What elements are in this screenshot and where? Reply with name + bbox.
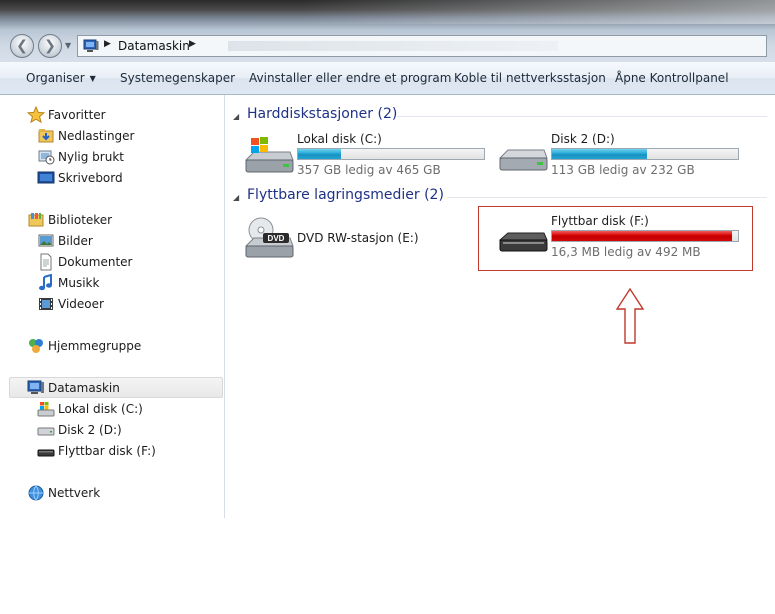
breadcrumb-separator-icon[interactable]: ▶ <box>189 39 196 49</box>
title-bar: ❮ ❯ ▼ ▶ Datamaskin ▶ <box>0 0 775 62</box>
drive-d-name: Disk 2 (D:) <box>551 132 615 146</box>
downloads-folder-icon <box>38 129 54 143</box>
drive-c-usage-bar <box>297 148 485 160</box>
nav-computer-label: Datamaskin <box>48 381 120 395</box>
nav-pictures-label: Bilder <box>58 234 93 248</box>
nav-drive-d-label: Disk 2 (D:) <box>58 423 122 437</box>
collapse-triangle-icon[interactable]: ◢ <box>233 193 239 202</box>
nav-videos-label: Videoer <box>58 297 104 311</box>
command-bar: Organiser ▼ Systemegenskaper Avinstaller … <box>0 62 775 95</box>
nav-recent-label: Nylig brukt <box>58 150 124 164</box>
computer-icon <box>83 39 99 52</box>
content-pane: ◢ Harddiskstasjoner (2) Lokal disk (C:) … <box>225 95 775 518</box>
videos-icon <box>39 298 53 310</box>
forward-arrow-icon: ❯ <box>44 38 56 54</box>
annotation-up-arrow-icon <box>615 287 645 344</box>
hard-drive-icon <box>498 149 548 171</box>
dvd-logo-text: DVD <box>268 234 285 243</box>
nav-libraries-label: Biblioteker <box>48 213 113 227</box>
drive-d-free-space: 113 GB ledig av 232 GB <box>551 163 695 177</box>
dvd-drive-icon: DVD <box>244 217 294 258</box>
drive-c-free-space: 357 GB ledig av 465 GB <box>297 163 441 177</box>
drive-e-name: DVD RW-stasjon (E:) <box>297 231 419 245</box>
system-properties-button[interactable]: Systemegenskaper <box>120 71 235 85</box>
explorer-window: ❮ ❯ ▼ ▶ Datamaskin ▶ Organiser ▼ Systemeg… <box>0 0 775 518</box>
drive-c-usage-fill <box>298 149 341 159</box>
forward-button[interactable]: ❯ <box>38 34 62 58</box>
pictures-icon <box>38 234 54 247</box>
star-icon <box>27 106 45 124</box>
drive-d-item[interactable]: Disk 2 (D:) 113 GB ledig av 232 GB <box>497 131 752 181</box>
windows-drive-icon <box>37 402 55 417</box>
windows-drive-icon <box>244 137 294 173</box>
drive-c-item[interactable]: Lokal disk (C:) 357 GB ledig av 465 GB <box>243 131 498 181</box>
desktop-icon <box>37 171 55 184</box>
nav-desktop-label: Skrivebord <box>58 171 123 185</box>
breadcrumb-separator-icon[interactable]: ▶ <box>104 39 111 49</box>
breadcrumb-computer[interactable]: Datamaskin <box>118 39 190 53</box>
documents-icon <box>40 253 52 271</box>
collapse-triangle-icon[interactable]: ◢ <box>233 112 239 121</box>
network-icon <box>28 485 44 501</box>
computer-icon <box>27 380 44 394</box>
nav-drive-f-label: Flyttbar disk (F:) <box>58 444 156 458</box>
drive-e-item[interactable]: DVD DVD RW-stasjon (E:) <box>243 213 498 263</box>
music-icon <box>39 274 52 291</box>
group-hard-disks-title: Harddiskstasjoner (2) <box>247 106 398 122</box>
drive-c-name: Lokal disk (C:) <box>297 132 382 146</box>
open-control-panel-button[interactable]: Åpne Kontrollpanel <box>615 71 729 85</box>
recent-pages-chevron-icon[interactable]: ▼ <box>65 41 71 50</box>
group-removable-title: Flyttbare lagringsmedier (2) <box>247 187 444 203</box>
annotation-highlight-box <box>478 206 753 271</box>
nav-downloads-label: Nedlastinger <box>58 129 135 143</box>
group-divider <box>397 116 767 117</box>
drive-d-usage-bar <box>551 148 739 160</box>
address-bar[interactable]: ▶ Datamaskin ▶ <box>77 35 767 57</box>
back-arrow-icon: ❮ <box>16 38 28 54</box>
removable-drive-icon <box>37 449 55 457</box>
nav-network-label: Nettverk <box>48 486 101 500</box>
drive-d-usage-fill <box>552 149 647 159</box>
navigation-pane: Favoritter Nedlastinger Nylig brukt Skri… <box>0 95 225 518</box>
homegroup-icon <box>29 339 43 353</box>
organise-label: Organiser <box>26 71 85 85</box>
nav-music-label: Musikk <box>58 276 100 290</box>
libraries-icon <box>28 213 44 227</box>
uninstall-program-button[interactable]: Avinstaller eller endre et program <box>249 71 451 85</box>
map-network-drive-button[interactable]: Koble til nettverksstasjon <box>454 71 606 85</box>
dropdown-caret-icon: ▼ <box>89 74 96 83</box>
organise-button[interactable]: Organiser ▼ <box>26 71 96 85</box>
group-divider <box>447 197 767 198</box>
hard-drive-icon <box>37 427 55 436</box>
recent-places-icon <box>38 150 55 165</box>
back-button[interactable]: ❮ <box>10 34 34 58</box>
nav-drive-c-label: Lokal disk (C:) <box>58 402 143 416</box>
nav-favorites-label: Favoritter <box>48 108 106 122</box>
nav-homegroup-label: Hjemmegruppe <box>48 339 142 353</box>
nav-documents-label: Dokumenter <box>58 255 133 269</box>
